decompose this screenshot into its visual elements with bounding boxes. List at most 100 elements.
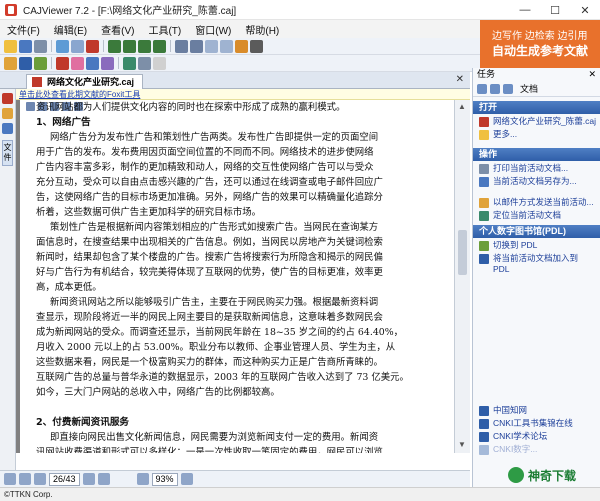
first-page-icon[interactable] <box>108 39 121 53</box>
eraser-icon[interactable] <box>153 56 166 70</box>
document-tab[interactable]: 网络文化产业研究.caj <box>26 74 144 89</box>
ad-banner[interactable]: 边写作 边检索 边引用 自动生成参考文献 <box>480 20 600 68</box>
bookmark-icon[interactable] <box>138 56 151 70</box>
more-files-link[interactable]: 更多... <box>473 127 600 140</box>
locate-document-link[interactable]: 定位当前活动文档 <box>473 208 600 221</box>
zoom-in-button[interactable] <box>180 473 193 485</box>
open-folder-icon[interactable] <box>4 39 17 53</box>
paragraph-line: 用于广告的发布。发布费用因页面空间位置的不同而不同。网络技术的进步使网络 <box>36 147 374 158</box>
thumbnail-panel-icon[interactable] <box>2 93 13 104</box>
add-to-pdl-link[interactable]: 将当前活动文档加入到 PDL <box>473 251 600 275</box>
zoom-field[interactable]: 93% <box>151 472 178 486</box>
paragraph-line: 新闻时，结果却包含了某个楼盘的广告。搜索广告将搜索行为所隐含和揭示的网民偏 <box>36 252 383 263</box>
paragraph-line: 查显示，现阶段将近一半的网民上网主要目的是获取新闻信息，这意味着多数网民会 <box>36 312 383 323</box>
document-page: 资讯网站都为人们提供文化内容的同时也在探索中形成了成熟的赢利模式。 1、网络广告网… <box>20 100 454 453</box>
zoom-in-icon[interactable] <box>175 39 188 53</box>
annotation-panel-icon[interactable] <box>2 108 13 119</box>
menu-view[interactable]: 查看(V) <box>94 22 141 37</box>
save-as-link[interactable]: 当前活动文档另存为... <box>473 174 600 187</box>
vertical-scrollbar[interactable]: ▲ ▼ <box>454 100 470 453</box>
note-icon[interactable] <box>101 56 114 70</box>
copyright-status: ©TTKN Corp. <box>0 487 600 501</box>
last-page-button[interactable] <box>97 473 110 485</box>
next-page-button[interactable] <box>34 473 46 485</box>
first-page-button[interactable] <box>4 473 16 485</box>
task-pane-close-icon[interactable]: ✕ <box>588 68 596 81</box>
forward-icon[interactable] <box>490 83 500 94</box>
page-save-icon[interactable] <box>26 102 35 111</box>
print-document-link[interactable]: 打印当前活动文档... <box>473 161 600 174</box>
menu-edit[interactable]: 编辑(E) <box>47 22 94 37</box>
pdl-section-header[interactable]: 个人数字图书馆(PDL) <box>473 225 600 238</box>
notice-link[interactable]: 单击此处查看此期文献的Foxit工具 <box>16 89 470 100</box>
pen-icon[interactable] <box>71 56 84 70</box>
email-document-link[interactable]: 以邮件方式发送当前活动... <box>473 195 600 208</box>
last-page-icon[interactable] <box>153 39 166 53</box>
close-button[interactable]: ✕ <box>570 0 600 20</box>
copy-icon[interactable] <box>56 39 69 53</box>
find-icon[interactable] <box>86 39 99 53</box>
save-icon <box>479 177 489 187</box>
menu-tools[interactable]: 工具(T) <box>141 22 188 37</box>
next-page-arrow-icon[interactable] <box>82 473 95 485</box>
maximize-button[interactable]: ☐ <box>540 0 570 20</box>
email-document-label: 以邮件方式发送当前活动... <box>493 197 594 207</box>
zoom-out-button[interactable] <box>136 473 149 485</box>
ocr-icon[interactable] <box>123 56 136 70</box>
paragraph-line: 互联网广告的总量与普华永道的数据显示，2003 年的互联网广告收入达到了 73 … <box>36 372 409 383</box>
document-tab-label: 网络文化产业研究.caj <box>47 77 135 87</box>
home-icon[interactable] <box>503 83 513 94</box>
task-pane-nav-label: 文档 <box>520 84 539 94</box>
highlight-icon[interactable] <box>56 56 69 70</box>
select-text-icon[interactable] <box>19 56 32 70</box>
cnki-forum-link[interactable]: CNKI学术论坛 <box>473 429 600 442</box>
select-image-icon[interactable] <box>34 56 47 70</box>
file-vertical-tab[interactable]: 文件 <box>2 140 13 166</box>
prev-page-button[interactable] <box>19 473 31 485</box>
scrollbar-thumb[interactable] <box>458 230 467 275</box>
add-to-pdl-label: 将当前活动文档加入到 PDL <box>493 253 579 274</box>
pdl-section: 个人数字图书馆(PDL) 切换到 PDL 将当前活动文档加入到 PDL <box>473 225 600 275</box>
fit-page-icon[interactable] <box>205 39 218 53</box>
minimize-button[interactable]: — <box>510 0 540 20</box>
actions-section-header[interactable]: 操作 <box>473 148 600 161</box>
paragraph-line: 这些数据来看，网民是一个极富购买力的群体，而这种购买力正是广告商所青睐的。 <box>36 357 383 368</box>
back-icon[interactable] <box>477 83 487 94</box>
window-title: CAJViewer 7.2 - [F:\网络文化产业研究_陈蕾.caj] <box>23 6 237 17</box>
menu-file[interactable]: 文件(F) <box>0 22 47 37</box>
actions-section: 操作 打印当前活动文档... 当前活动文档另存为... 以邮件方式发送当前活动.… <box>473 148 600 221</box>
menu-window[interactable]: 窗口(W) <box>188 22 238 37</box>
banner-tagline: 边写作 边检索 边引用 <box>492 31 588 42</box>
app-icon <box>5 3 17 16</box>
cnki-reference-link[interactable]: CNKI工具书集锦在线 <box>473 416 600 429</box>
prev-page-icon[interactable] <box>123 39 136 53</box>
print-icon[interactable] <box>34 39 47 53</box>
scroll-up-icon[interactable]: ▲ <box>458 102 466 111</box>
fit-width-icon[interactable] <box>220 39 233 53</box>
cnki-digital-link[interactable]: CNKI数字... <box>473 442 600 455</box>
paste-icon[interactable] <box>71 39 84 53</box>
rotate-icon[interactable] <box>235 39 248 53</box>
paragraph-line: 讯网站收费渠道和形式可以多样化：一是一次性收取一笔固定的费用，网民可以浏览 <box>36 447 383 453</box>
scroll-down-icon[interactable]: ▼ <box>458 440 466 449</box>
paragraph-line: 充分互动，受众可以自由点击感兴趣的广告，还可以通过在线调查或电子邮件回应广 <box>36 177 383 188</box>
outline-panel-icon[interactable] <box>2 123 13 134</box>
close-tab-icon[interactable]: ✕ <box>456 74 464 85</box>
hand-tool-icon[interactable] <box>4 56 17 70</box>
page-navigation-bar: 26/43 93% <box>0 470 470 487</box>
cnki-link-label: 中国知网 <box>493 405 528 415</box>
document-viewer[interactable]: 资讯网站都为人们提供文化内容的同时也在探索中形成了成熟的赢利模式。 1、网络广告网… <box>16 100 470 453</box>
switch-pdl-link[interactable]: 切换到 PDL <box>473 238 600 251</box>
fullscreen-icon[interactable] <box>250 39 263 53</box>
recent-file-link[interactable]: 网络文化产业研究_陈蕾.caj <box>473 114 600 127</box>
open-section-header[interactable]: 打开 <box>473 101 600 114</box>
underline-icon[interactable] <box>86 56 99 70</box>
zoom-out-icon[interactable] <box>190 39 203 53</box>
paragraph-line: 成为新闻网站的受众。而调查还显示，当前网民年龄在 18~35 岁之间的约占 64… <box>36 327 404 338</box>
save-icon[interactable] <box>19 39 32 53</box>
page-number-field[interactable]: 26/43 <box>49 472 80 486</box>
menu-help[interactable]: 帮助(H) <box>238 22 286 37</box>
cnki-link[interactable]: 中国知网 <box>473 403 600 416</box>
next-page-icon[interactable] <box>138 39 151 53</box>
cnki-links: 中国知网 CNKI工具书集锦在线 CNKI学术论坛 CNKI数字... <box>473 403 600 455</box>
